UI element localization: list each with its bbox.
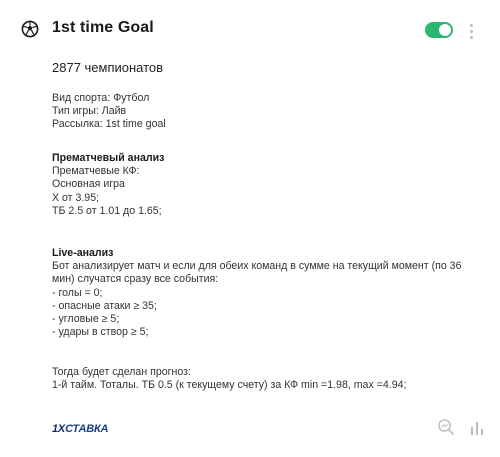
championships-count: 2877 чемпионатов: [52, 60, 164, 75]
enable-toggle[interactable]: [425, 22, 453, 38]
mailing: Рассылка: 1st time goal: [52, 118, 166, 131]
live-line: - удары в створ ≥ 5;: [52, 326, 149, 339]
live-line: - опасные атаки ≥ 35;: [52, 299, 157, 312]
live-heading: Live-анализ: [52, 247, 114, 259]
strategy-card: 1st time Goal 2877 чемпионатов Вид спорт…: [0, 0, 500, 457]
card-header: 1st time Goal: [0, 18, 500, 42]
prematch-line: Х от 3.95;: [52, 191, 100, 204]
info-block: Вид спорта: Футбол Тип игры: Лайв Рассыл…: [52, 92, 166, 132]
live-line: Бот анализирует матч и если для обеих ко…: [52, 260, 462, 273]
logo-word: СТАВКА: [65, 423, 109, 435]
game-type: Тип игры: Лайв: [52, 105, 127, 118]
prematch-block: Прематчевый анализ Прематчевые КФ: Основ…: [52, 152, 164, 218]
logo-number: 1X: [52, 423, 66, 435]
bar-chart-icon[interactable]: [470, 420, 484, 436]
forecast-block: Тогда будет сделан прогноз: 1-й тайм. То…: [52, 366, 406, 392]
more-vertical-icon[interactable]: [466, 20, 476, 40]
strategy-title: 1st time Goal: [52, 19, 154, 36]
forecast-line: 1-й тайм. Тоталы. ТБ 0.5 (к текущему сче…: [52, 379, 407, 392]
live-block: Live-анализ Бот анализирует матч и если …: [52, 247, 461, 339]
prematch-heading: Прематчевый анализ: [52, 152, 165, 164]
search-chart-icon[interactable]: [437, 418, 455, 436]
toggle-knob: [439, 24, 451, 36]
prematch-line: Прематчевые КФ:: [52, 165, 140, 178]
bookmaker-logo: 1XСТАВКА: [52, 423, 108, 435]
soccer-ball-icon: [21, 20, 39, 38]
prematch-line: ТБ 2.5 от 1.01 до 1.65;: [52, 204, 162, 217]
live-line: мин) случатся сразу все события:: [52, 273, 219, 286]
live-line: - угловые ≥ 5;: [52, 313, 120, 326]
live-line: - голы = 0;: [52, 286, 103, 299]
sport-type: Вид спорта: Футбол: [52, 92, 150, 104]
forecast-line: Тогда будет сделан прогноз:: [52, 366, 191, 378]
prematch-line: Основная игра: [52, 178, 125, 191]
